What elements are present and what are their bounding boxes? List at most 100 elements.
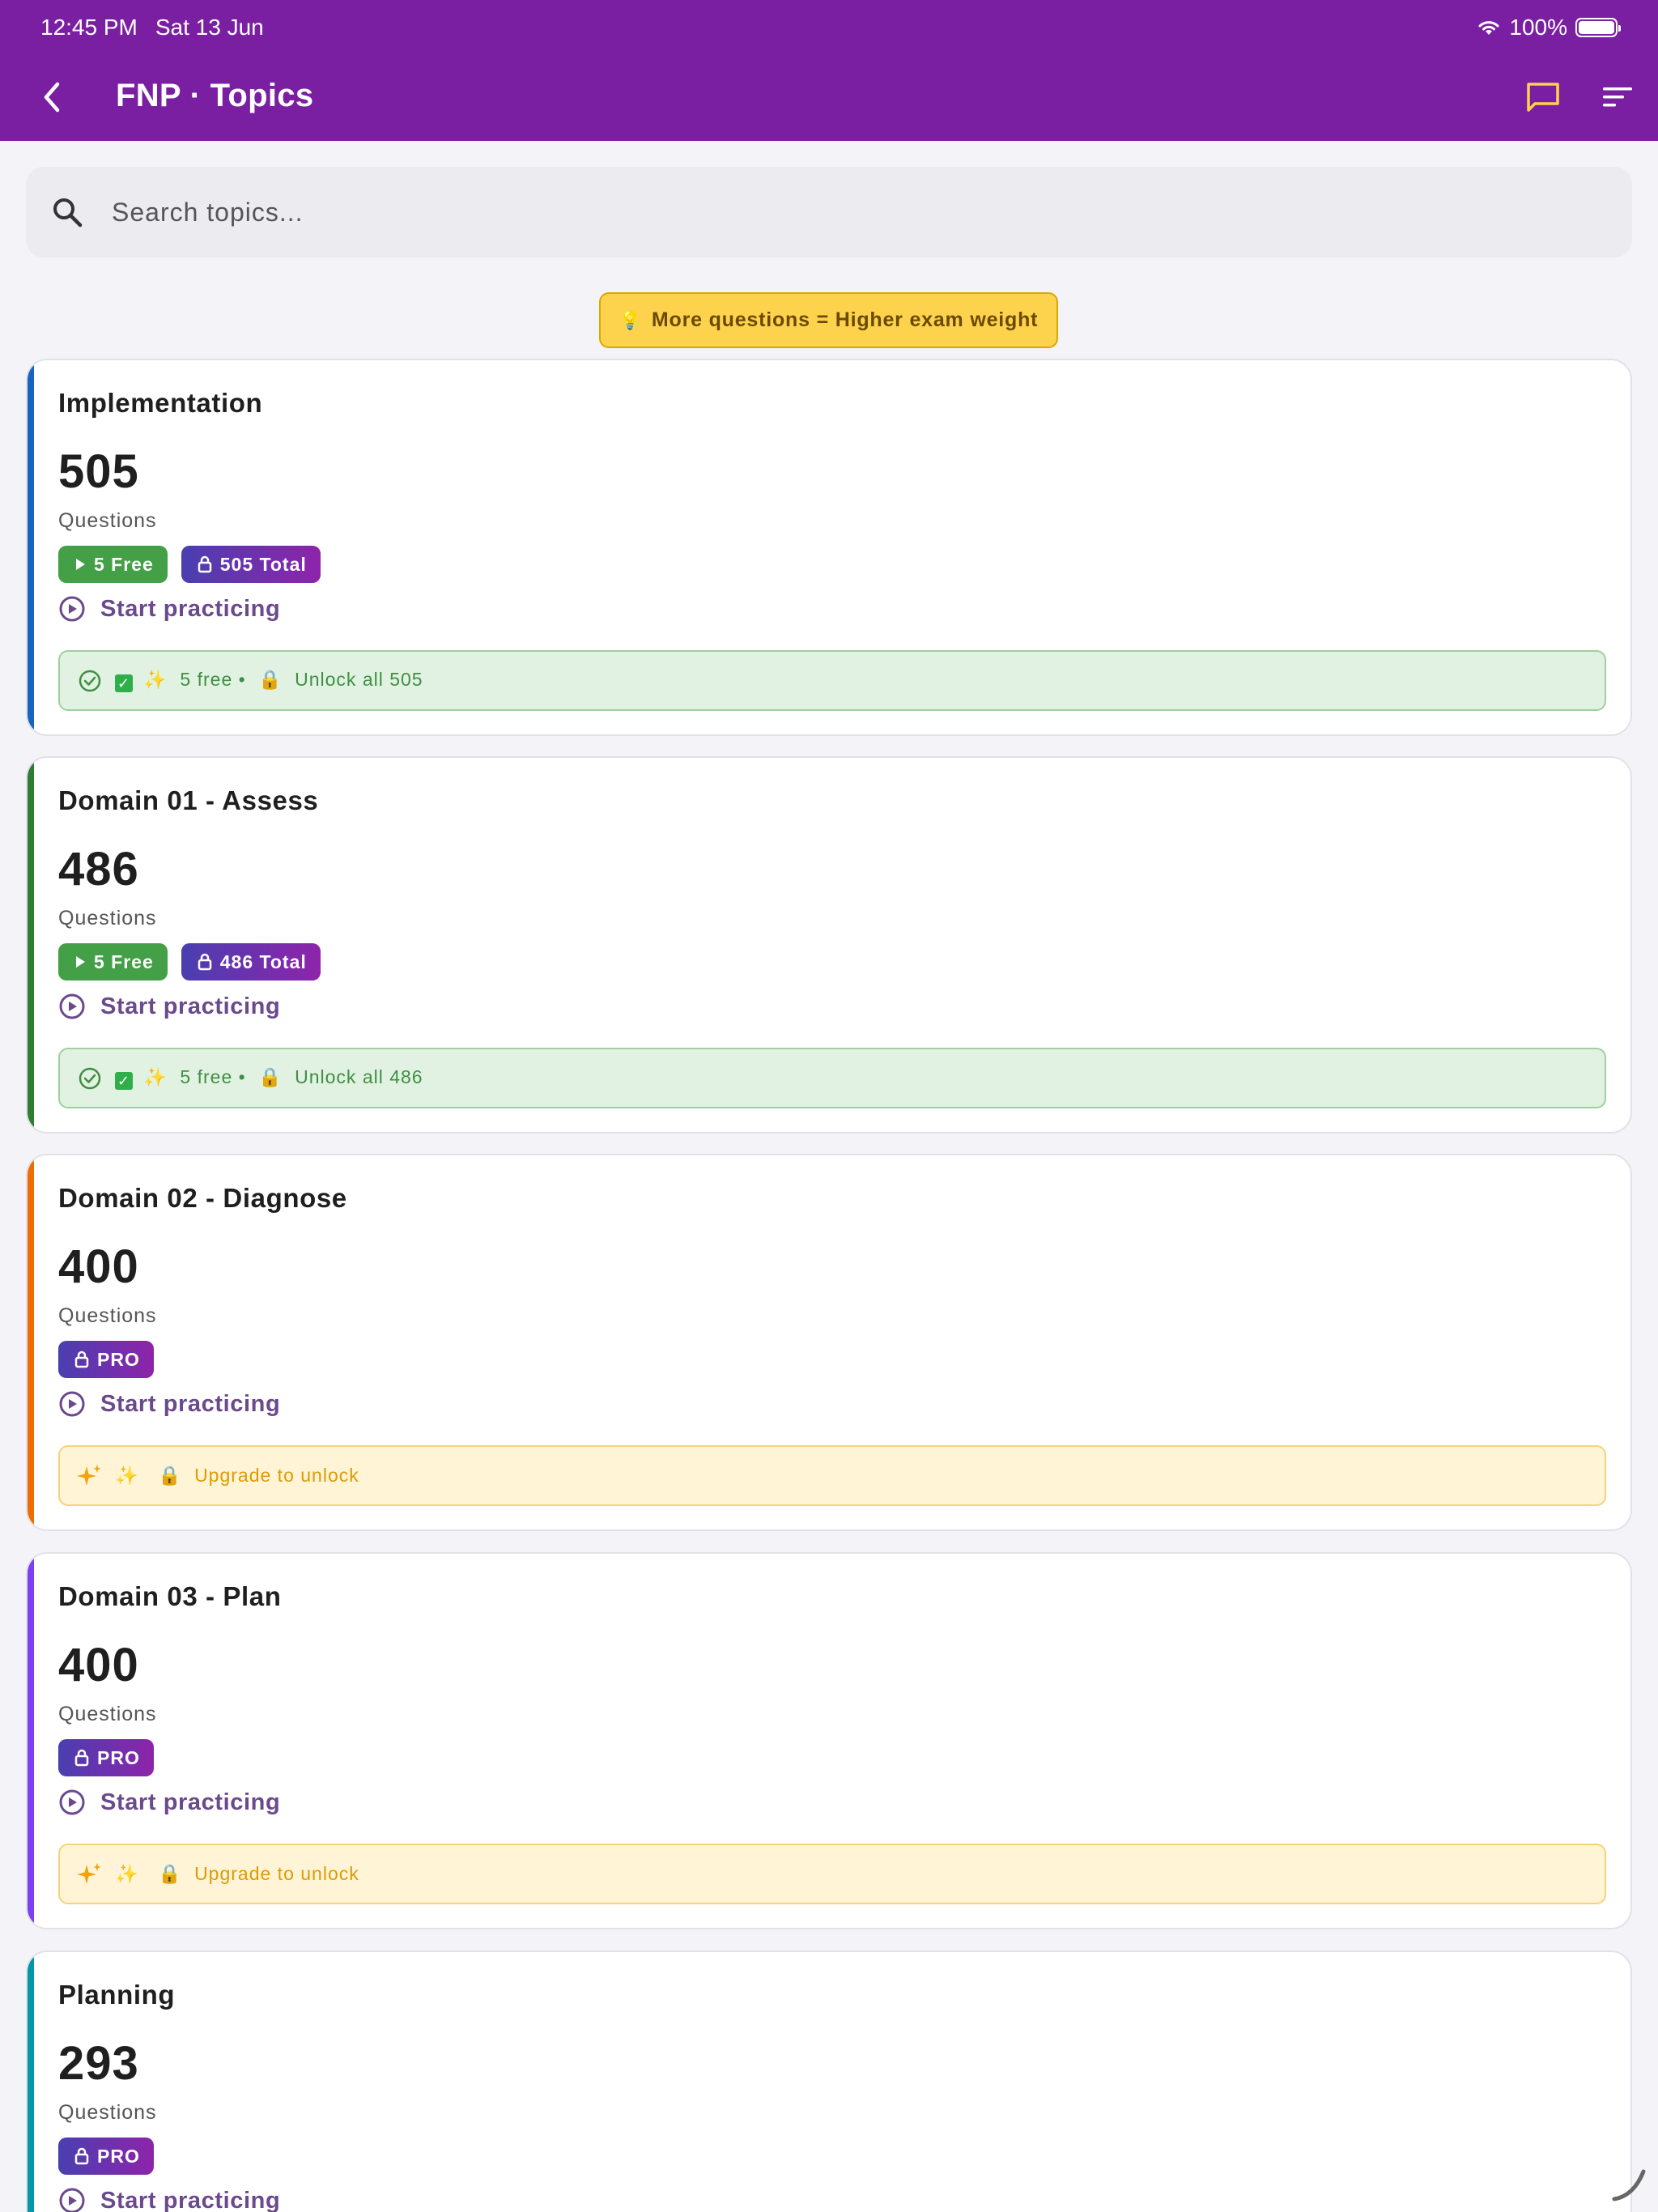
toolbar: FNP · Topics	[0, 65, 1658, 130]
start-practicing-label: Start practicing	[100, 595, 281, 622]
start-practicing-link[interactable]: Start practicing	[58, 1390, 280, 1418]
free-badge-label: 5 Free	[94, 553, 154, 575]
notice-text: ✨ 🔒 Upgrade to unlock	[115, 1863, 359, 1885]
upgrade-notice[interactable]: ✨ 🔒 Upgrade to unlock	[58, 1445, 1606, 1506]
feedback-button[interactable]	[1522, 76, 1564, 118]
status-time: 12:45 PM	[40, 15, 138, 40]
battery-icon	[1575, 18, 1621, 37]
sort-button[interactable]	[1596, 76, 1639, 118]
exam-weight-tip: 💡 More questions = Higher exam weight	[599, 292, 1058, 348]
pro-badge: PRO	[58, 2138, 154, 2175]
badge-row: 5 Free 486 Total	[58, 943, 321, 981]
notice-text: ✓ ✨ 5 free • 🔒 Unlock all 505	[115, 669, 423, 692]
pro-badge-label: PRO	[97, 1348, 140, 1370]
card-title: Domain 01 - Assess	[58, 785, 319, 815]
pro-badge: PRO	[58, 1341, 154, 1378]
question-count: 486	[58, 843, 139, 895]
check-circle-icon	[76, 1065, 104, 1092]
card-accent	[28, 1155, 34, 1529]
lock-emoji: 🔒	[258, 1066, 283, 1087]
notice-upgrade: Upgrade to unlock	[194, 1465, 359, 1486]
play-icon	[74, 955, 86, 968]
badge-row: 5 Free 505 Total	[58, 546, 321, 583]
badge-row: PRO	[58, 2138, 154, 2175]
start-practicing-link[interactable]: Start practicing	[58, 1789, 280, 1816]
topic-card-planning[interactable]: Planning 293 Questions PRO Start practic…	[26, 1950, 1632, 2212]
play-circle-icon	[58, 1789, 86, 1816]
scroll-indicator-icon	[1612, 2169, 1646, 2201]
page-title: FNP · Topics	[116, 78, 314, 113]
play-icon	[74, 558, 86, 571]
lock-icon	[74, 1351, 89, 1368]
start-practicing-label: Start practicing	[100, 1789, 281, 1815]
start-practicing-link[interactable]: Start practicing	[58, 595, 280, 623]
card-accent	[28, 1554, 34, 1928]
app-bar: 12:45 PM Sat 13 Jun 100% FNP · Topics	[0, 0, 1658, 141]
sparkle-emoji: ✨	[143, 669, 168, 690]
free-access-notice: ✓ ✨ 5 free • 🔒 Unlock all 505	[58, 650, 1606, 711]
badge-row: PRO	[58, 1341, 154, 1378]
topic-card-domain-03[interactable]: Domain 03 - Plan 400 Questions PRO Start…	[26, 1552, 1632, 1929]
sparkle-emoji: ✨	[143, 1066, 168, 1087]
wifi-icon	[1478, 21, 1499, 35]
start-practicing-link[interactable]: Start practicing	[58, 993, 280, 1020]
notice-text: ✓ ✨ 5 free • 🔒 Unlock all 486	[115, 1066, 423, 1090]
free-badge-label: 5 Free	[94, 951, 154, 972]
question-count-label: Questions	[58, 1703, 157, 1725]
upgrade-notice[interactable]: ✨ 🔒 Upgrade to unlock	[58, 1844, 1606, 1904]
lock-emoji: 🔒	[158, 1465, 182, 1486]
card-title: Domain 03 - Plan	[58, 1581, 282, 1611]
card-title: Implementation	[58, 388, 263, 418]
pro-badge-label: PRO	[97, 2145, 140, 2167]
status-date: Sat 13 Jun	[155, 15, 264, 40]
play-circle-icon	[58, 1390, 86, 1418]
notice-separator: •	[238, 669, 246, 690]
question-count-label: Questions	[58, 907, 157, 929]
pro-badge-label: PRO	[97, 1746, 140, 1768]
topic-card-domain-02[interactable]: Domain 02 - Diagnose 400 Questions PRO S…	[26, 1154, 1632, 1531]
start-practicing-label: Start practicing	[100, 993, 281, 1019]
play-circle-icon	[58, 993, 86, 1020]
question-count: 400	[58, 1639, 139, 1691]
question-count: 293	[58, 2037, 139, 2090]
question-count-label: Questions	[58, 2101, 157, 2124]
pro-badge: PRO	[58, 1739, 154, 1776]
tip-text: More questions = Higher exam weight	[651, 308, 1039, 331]
play-circle-icon	[58, 595, 86, 623]
sparkle-emoji: ✨	[115, 1465, 139, 1486]
notice-unlock: Unlock all 486	[295, 1066, 423, 1087]
total-badge: 486 Total	[181, 943, 321, 981]
topic-card-domain-01[interactable]: Domain 01 - Assess 486 Questions 5 Free …	[26, 756, 1632, 1134]
lock-icon	[198, 555, 212, 573]
question-count: 400	[58, 1240, 139, 1293]
status-bar: 12:45 PM Sat 13 Jun 100%	[40, 11, 1621, 44]
play-circle-icon	[58, 2187, 86, 2212]
free-badge: 5 Free	[58, 546, 168, 583]
start-practicing-label: Start practicing	[100, 2187, 281, 2212]
check-box-emoji: ✓	[115, 1072, 133, 1090]
lightbulb-icon: 💡	[619, 309, 642, 330]
sparkles-icon	[76, 1861, 104, 1888]
back-button[interactable]	[31, 76, 73, 118]
question-count-label: Questions	[58, 1304, 157, 1327]
card-accent	[28, 758, 34, 1132]
search-input[interactable]	[112, 197, 1569, 228]
card-title: Planning	[58, 1980, 176, 2010]
total-badge-label: 505 Total	[219, 553, 307, 575]
topic-card-implementation[interactable]: Implementation 505 Questions 5 Free 505 …	[26, 359, 1632, 736]
notice-upgrade: Upgrade to unlock	[194, 1863, 359, 1884]
notice-unlock: Unlock all 505	[295, 669, 423, 690]
sort-icon	[1603, 87, 1632, 107]
notice-separator: •	[238, 1066, 246, 1087]
chat-bubble-icon	[1527, 83, 1559, 112]
total-badge: 505 Total	[181, 546, 321, 583]
free-badge: 5 Free	[58, 943, 168, 981]
status-right: 100%	[1477, 15, 1621, 40]
total-badge-label: 486 Total	[219, 951, 307, 972]
search-bar	[26, 167, 1632, 257]
question-count-label: Questions	[58, 509, 157, 532]
question-count: 505	[58, 445, 139, 498]
start-practicing-link[interactable]: Start practicing	[58, 2187, 280, 2212]
free-access-notice: ✓ ✨ 5 free • 🔒 Unlock all 486	[58, 1048, 1606, 1108]
lock-icon	[74, 1749, 89, 1767]
